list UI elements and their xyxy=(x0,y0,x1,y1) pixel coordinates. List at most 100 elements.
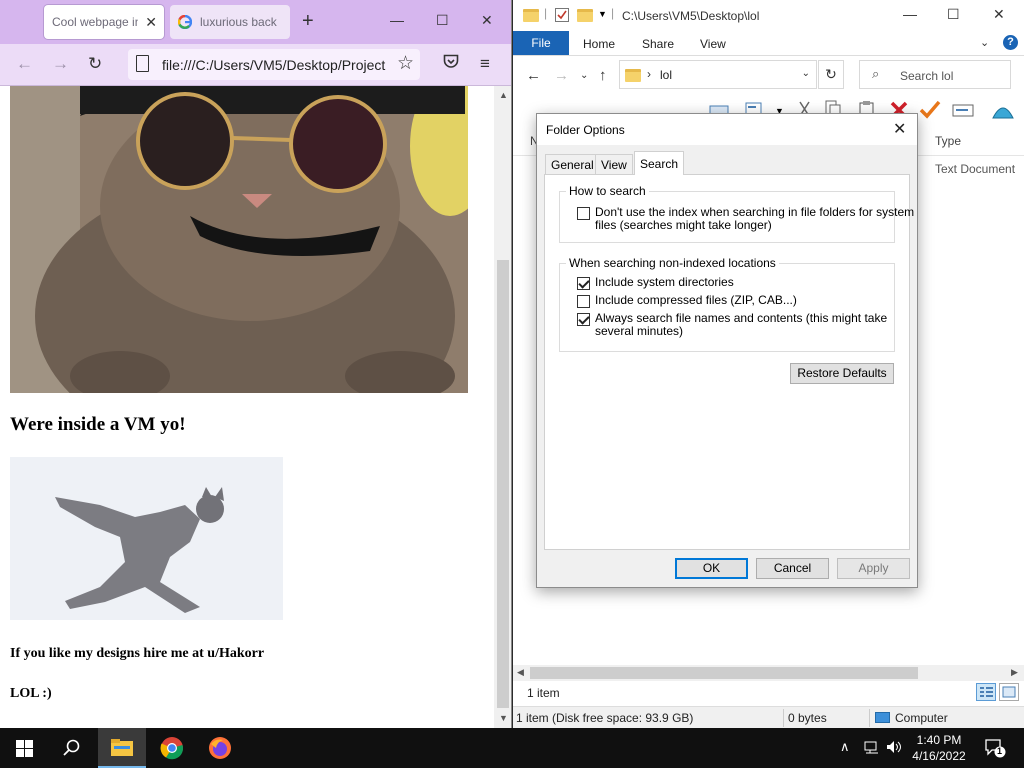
close-icon[interactable]: ✕ xyxy=(893,119,906,139)
taskbar: ∧ 1:40 PM 4/16/2022 1 xyxy=(0,728,1024,768)
tab-general[interactable]: General xyxy=(545,154,600,174)
notification-center-icon[interactable]: 1 xyxy=(984,738,1006,761)
scroll-right-icon[interactable]: ▶ xyxy=(1011,667,1018,678)
volume-icon[interactable] xyxy=(886,740,902,757)
breadcrumb-chevron-icon[interactable]: › xyxy=(647,67,651,81)
column-type-header[interactable]: Type xyxy=(935,134,961,148)
breadcrumb-folder[interactable]: lol xyxy=(660,68,672,82)
close-icon[interactable]: ✕ xyxy=(145,14,157,31)
option-label: Don't use the index when searching in fi… xyxy=(595,205,915,232)
checkbox[interactable] xyxy=(577,207,590,220)
ok-button[interactable]: OK xyxy=(675,558,748,579)
separator: | xyxy=(611,6,615,20)
checkbox[interactable] xyxy=(577,295,590,308)
properties-icon[interactable] xyxy=(555,8,569,22)
address-bar-row: ← → ⌄ ↑ › lol ⌄ ↻ ⌕ Search lol xyxy=(513,56,1024,94)
status-bar: 1 item (Disk free space: 93.9 GB) 0 byte… xyxy=(513,706,1024,728)
tab-view[interactable]: View xyxy=(700,37,726,51)
search-tab-panel: How to search Don't use the index when s… xyxy=(544,174,914,550)
folder-icon xyxy=(625,69,641,82)
recent-locations-chevron-icon[interactable]: ⌄ xyxy=(580,70,588,81)
checkmark-icon[interactable] xyxy=(919,100,941,120)
group-legend: How to search xyxy=(566,184,649,198)
tab-file[interactable]: File xyxy=(513,31,569,55)
dialog-title: Folder Options xyxy=(546,123,625,137)
ribbon-tabs: File Home Share View ⌄ ? xyxy=(513,31,1024,56)
page-icon xyxy=(136,55,149,72)
tab-share[interactable]: Share xyxy=(642,37,674,51)
folder-icon xyxy=(523,9,539,22)
page-heading: Were inside a VM yo! xyxy=(10,414,186,435)
clock-time: 1:40 PM xyxy=(916,733,962,747)
file-row-type[interactable]: Text Document xyxy=(935,162,1015,176)
tab-luxurious-back[interactable]: luxurious back xyxy=(170,5,290,39)
maximize-button[interactable]: ☐ xyxy=(947,6,960,23)
firefox-taskbar-icon[interactable] xyxy=(196,728,244,768)
bookmark-star-icon[interactable]: ☆ xyxy=(397,52,414,75)
dancing-cat-image xyxy=(10,457,283,620)
network-icon[interactable] xyxy=(864,740,880,757)
new-tab-button[interactable]: + xyxy=(302,11,314,31)
notification-count-badge: 1 xyxy=(997,746,1003,756)
address-box[interactable]: › lol ⌄ xyxy=(619,60,817,89)
clock-date: 4/16/2022 xyxy=(912,749,966,763)
back-arrow-icon[interactable]: ← xyxy=(526,67,541,84)
address-dropdown-icon[interactable]: ⌄ xyxy=(802,68,810,79)
search-input[interactable]: ⌕ Search lol xyxy=(859,60,1011,89)
tab-view[interactable]: View xyxy=(595,154,633,174)
tab-home[interactable]: Home xyxy=(583,37,615,51)
up-arrow-icon[interactable]: ↑ xyxy=(599,67,607,84)
tab-cool-webpage[interactable]: Cool webpage in ✕ xyxy=(44,5,164,39)
reload-icon[interactable]: ↻ xyxy=(88,54,102,74)
search-icon[interactable] xyxy=(48,728,96,768)
maximize-button[interactable]: ☐ xyxy=(436,12,449,29)
computer-icon xyxy=(875,712,890,723)
scroll-thumb[interactable] xyxy=(497,260,509,708)
forward-arrow-icon[interactable]: → xyxy=(554,67,569,84)
expand-ribbon-chevron-icon[interactable]: ⌄ xyxy=(980,36,989,49)
quick-access-dropdown-icon[interactable]: ▼ xyxy=(598,9,607,19)
refresh-icon[interactable]: ↻ xyxy=(818,60,844,89)
apply-button[interactable]: Apply xyxy=(837,558,910,579)
scroll-left-icon[interactable]: ◀ xyxy=(517,667,524,678)
close-window-button[interactable]: ✕ xyxy=(481,12,493,29)
scroll-up-icon[interactable]: ▲ xyxy=(499,90,508,100)
show-hidden-icons-chevron[interactable]: ∧ xyxy=(840,739,850,755)
shell-icon[interactable] xyxy=(991,100,1014,120)
large-icons-view-icon[interactable] xyxy=(999,683,1019,701)
option-label: Include compressed files (ZIP, CAB...) xyxy=(595,293,797,307)
menu-icon[interactable]: ≡ xyxy=(480,54,490,74)
explorer-title-bar: | ▼ | C:\Users\VM5\Desktop\lol — ☐ ✕ xyxy=(513,0,1024,31)
checkbox-checked[interactable] xyxy=(577,313,590,326)
help-icon[interactable]: ? xyxy=(1003,35,1018,50)
back-arrow-icon[interactable]: ← xyxy=(16,54,33,74)
chrome-taskbar-icon[interactable] xyxy=(148,728,196,768)
scroll-thumb[interactable] xyxy=(530,667,918,679)
pocket-icon[interactable] xyxy=(443,54,459,75)
url-bar[interactable]: file:///C:/Users/VM5/Desktop/Project ☆ xyxy=(128,49,420,80)
hire-me-text: If you like my designs hire me at u/Hako… xyxy=(10,646,265,661)
explorer-horizontal-scrollbar[interactable]: ◀ ▶ xyxy=(513,665,1024,681)
details-view-icon[interactable] xyxy=(976,683,996,701)
cat-sunglasses-image xyxy=(10,86,468,393)
cancel-button[interactable]: Cancel xyxy=(756,558,829,579)
system-clock[interactable]: 1:40 PM 4/16/2022 xyxy=(908,732,970,764)
window-title-path: C:\Users\VM5\Desktop\lol xyxy=(622,9,760,23)
new-folder-icon[interactable] xyxy=(577,9,593,22)
firefox-vertical-scrollbar[interactable]: ▲ ▼ xyxy=(494,86,511,728)
close-window-button[interactable]: ✕ xyxy=(993,6,1005,23)
checkbox-checked[interactable] xyxy=(577,277,590,290)
forward-arrow-icon[interactable]: → xyxy=(52,54,69,74)
scroll-down-icon[interactable]: ▼ xyxy=(499,713,508,723)
start-windows-icon[interactable] xyxy=(0,728,48,768)
restore-defaults-button[interactable]: Restore Defaults xyxy=(790,363,894,384)
search-icon: ⌕ xyxy=(872,66,880,81)
minimize-button[interactable]: — xyxy=(903,6,917,22)
url-text[interactable]: file:///C:/Users/VM5/Desktop/Project xyxy=(162,57,388,73)
rename-icon[interactable] xyxy=(952,100,974,120)
tab-search[interactable]: Search xyxy=(634,151,685,175)
search-placeholder: Search lol xyxy=(900,69,954,83)
minimize-button[interactable]: — xyxy=(390,12,404,28)
lol-text: LOL :) xyxy=(10,686,52,701)
file-explorer-taskbar-icon[interactable] xyxy=(98,728,146,768)
